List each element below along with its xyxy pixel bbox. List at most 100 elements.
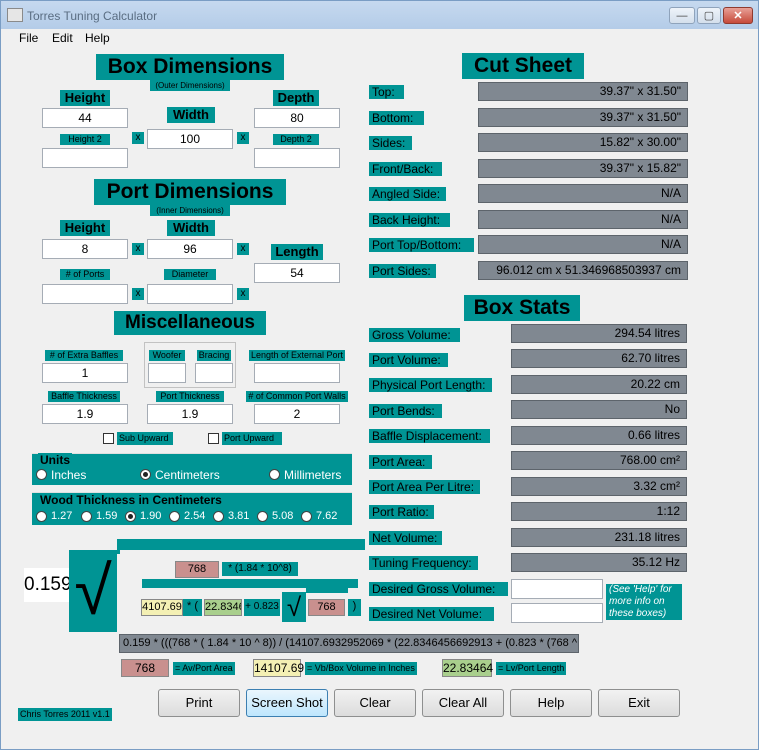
common-port-walls-input[interactable]: 2 <box>254 404 340 424</box>
wood-5-08-label: 5.08 <box>272 510 294 522</box>
box-height2-label: Height 2 <box>60 134 110 145</box>
minimize-button[interactable]: — <box>669 7 695 24</box>
unit-millimeters-radio[interactable] <box>269 469 280 480</box>
box-width-label: Width <box>167 107 215 123</box>
formula-coefficient: 0.159 <box>24 568 70 602</box>
unit-inches-label: Inches <box>51 468 87 482</box>
bracing-label: Bracing <box>197 350 231 361</box>
wood-2-54-radio[interactable] <box>169 511 180 522</box>
unit-inches-radio[interactable] <box>36 469 47 480</box>
box-width-input[interactable]: 100 <box>147 129 233 149</box>
wood-1-27-radio[interactable] <box>36 511 47 522</box>
title-bar[interactable]: Torres Tuning Calculator — ▢ ✕ <box>1 1 758 29</box>
wood-7-62-radio[interactable] <box>301 511 312 522</box>
stat-baffle-displacement-value: 0.66 litres <box>511 426 687 445</box>
stat-tuning-frequency-value: 35.12 Hz <box>511 553 687 572</box>
wood-2-54-label: 2.54 <box>184 510 206 522</box>
close-button[interactable]: ✕ <box>723 7 753 24</box>
stat-port-bends-label: Port Bends: <box>369 404 442 418</box>
length-value-box: 22.8346 <box>204 599 242 616</box>
box-stats-heading: Box Stats <box>464 295 580 321</box>
window-title: Torres Tuning Calculator <box>27 9 158 23</box>
desired-net-volume-label: Desired Net Volume: <box>369 607 494 621</box>
cut-back-height-value: N/A <box>478 210 688 229</box>
app-window: Torres Tuning Calculator — ▢ ✕ File Edit… <box>0 0 759 750</box>
cut-angled-side-label: Angled Side: <box>369 187 446 201</box>
menu-edit[interactable]: Edit <box>52 31 73 45</box>
port-count-input[interactable] <box>42 284 128 304</box>
box-depth-label: Depth <box>273 90 319 106</box>
port-length-input[interactable]: 54 <box>254 263 340 283</box>
menu-help[interactable]: Help <box>85 31 110 45</box>
common-port-walls-label: # of Common Port Walls <box>246 391 348 402</box>
wood-1-90-radio[interactable] <box>125 511 136 522</box>
port-upward-label: Port Upward <box>222 432 282 445</box>
stat-tuning-frequency-label: Tuning Frequency: <box>369 556 478 570</box>
box-height-input[interactable]: 44 <box>42 108 128 128</box>
stat-physical-port-length-label: Physical Port Length: <box>369 378 492 392</box>
wood-1-59-radio[interactable] <box>81 511 92 522</box>
port-thickness-input[interactable]: 1.9 <box>147 404 233 424</box>
print-button[interactable]: Print <box>158 689 240 717</box>
help-button[interactable]: Help <box>510 689 592 717</box>
baffle-thickness-input[interactable]: 1.9 <box>42 404 128 424</box>
legend-av-value: 768 <box>121 659 169 677</box>
unit-millimeters-label: Millimeters <box>284 468 342 482</box>
legend-lv-text: = Lv/Port Length <box>496 662 567 675</box>
maximize-button[interactable]: ▢ <box>697 7 721 24</box>
cut-front-back-label: Front/Back: <box>369 162 442 176</box>
bracing-input[interactable] <box>195 363 233 383</box>
port-diameter-input[interactable] <box>147 284 233 304</box>
baffle-thickness-label: Baffle Thickness <box>48 391 120 402</box>
desired-net-volume-input[interactable] <box>511 603 603 623</box>
wood-3-81-radio[interactable] <box>213 511 224 522</box>
stat-net-volume-value: 231.18 litres <box>511 528 687 547</box>
cut-top-label: Top: <box>369 85 404 99</box>
close-paren: ) <box>348 599 361 616</box>
multiply-sign: x <box>132 288 144 300</box>
root-vinculum-tick <box>117 539 120 554</box>
wood-5-08-radio[interactable] <box>257 511 268 522</box>
units-group-border <box>32 453 352 454</box>
stat-port-volume-label: Port Volume: <box>369 353 448 367</box>
box-dimensions-subtitle: (Outer Dimensions) <box>150 80 230 91</box>
desired-gross-volume-input[interactable] <box>511 579 603 599</box>
port-width-label: Width <box>167 220 215 236</box>
units-group-title: Units <box>38 453 72 467</box>
small-root-vinculum <box>306 588 348 593</box>
extra-baffles-label: # of Extra Baffles <box>45 350 123 361</box>
port-diameter-label: Diameter <box>164 269 216 280</box>
port-thickness-label: Port Thickness <box>156 391 224 402</box>
port-width-input[interactable]: 96 <box>147 239 233 259</box>
box-depth2-input[interactable] <box>254 148 340 168</box>
cut-sides-value: 15.82" x 30.00" <box>478 133 688 152</box>
help-note: (See 'Help' for more info on these boxes… <box>606 584 682 620</box>
box-height-label: Height <box>60 90 110 106</box>
legend-vb-value: 14107.69 <box>253 659 305 677</box>
exit-button[interactable]: Exit <box>598 689 680 717</box>
woofer-input[interactable] <box>148 363 186 383</box>
screen-shot-button[interactable]: Screen Shot <box>246 689 328 717</box>
port-height-input[interactable]: 8 <box>42 239 128 259</box>
unit-centimeters-radio[interactable] <box>140 469 151 480</box>
multiply-sign: x <box>237 288 249 300</box>
extra-baffles-input[interactable]: 1 <box>42 363 128 383</box>
wood-7-62-label: 7.62 <box>316 510 338 522</box>
clear-all-button[interactable]: Clear All <box>422 689 504 717</box>
box-depth-input[interactable]: 80 <box>254 108 340 128</box>
port-height-label: Height <box>60 220 110 236</box>
port-upward-checkbox[interactable] <box>208 433 219 444</box>
wood-1-90-label: 1.90 <box>140 510 162 522</box>
sub-upward-checkbox[interactable] <box>103 433 114 444</box>
unit-centimeters-label: Centimeters <box>155 468 220 482</box>
cut-top-value: 39.37" x 31.50" <box>478 82 688 101</box>
woofer-label: Woofer <box>149 350 185 361</box>
clear-button[interactable]: Clear <box>334 689 416 717</box>
constant-term: * (1.84 * 10^8) <box>222 562 298 576</box>
stat-port-area-per-litre-label: Port Area Per Litre: <box>369 480 480 494</box>
external-port-length-input[interactable] <box>254 363 340 383</box>
stat-port-ratio-label: Port Ratio: <box>369 505 434 519</box>
box-height2-input[interactable] <box>42 148 128 168</box>
menu-file[interactable]: File <box>19 31 38 45</box>
port-length-label: Length <box>271 244 323 260</box>
